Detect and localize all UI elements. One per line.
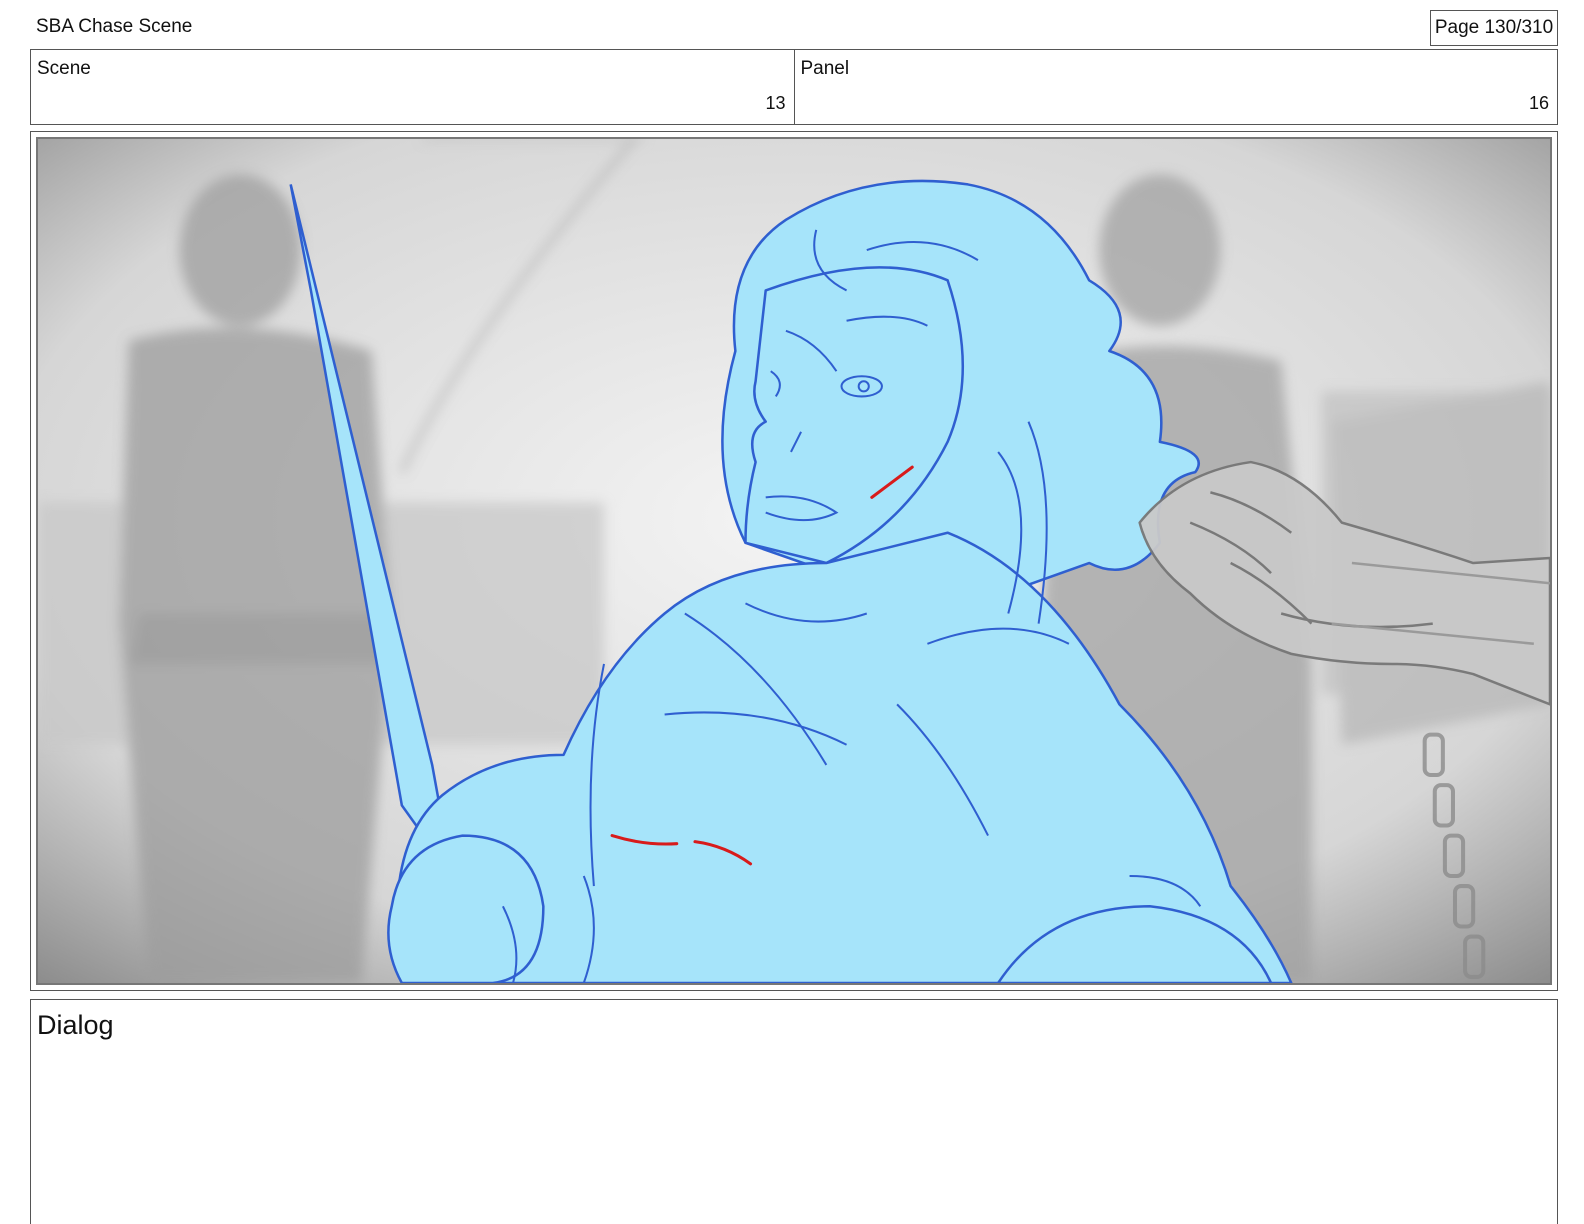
panel-label: Panel: [800, 58, 850, 79]
dialog-label: Dialog: [37, 1010, 114, 1040]
storyboard-title: SBA Chase Scene: [36, 16, 193, 37]
scene-panel-row: Scene 13 Panel 16: [30, 49, 1558, 125]
frame-image: [36, 137, 1552, 985]
scene-label: Scene: [37, 58, 91, 79]
storyboard-frame: [30, 131, 1558, 991]
scene-number: 13: [765, 93, 786, 113]
page-indicator: Page 130/310: [1430, 10, 1558, 46]
scene-cell: Scene 13: [31, 50, 794, 124]
dialog-box: Dialog: [30, 999, 1558, 1224]
storyboard-sketch: [38, 139, 1550, 983]
panel-number: 16: [1528, 93, 1549, 113]
panel-cell: Panel 16: [793, 50, 1558, 124]
